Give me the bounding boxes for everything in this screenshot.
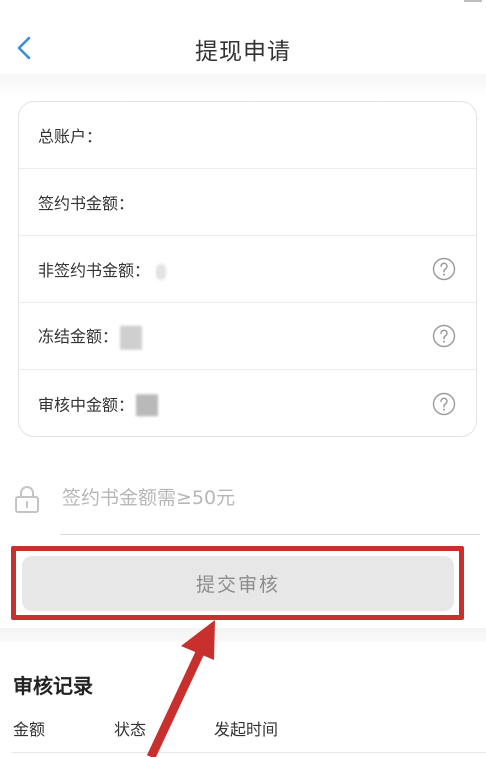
contract-amount-label: 签约书金额：: [38, 194, 135, 213]
records-section-title: 审核记录: [13, 674, 93, 698]
total-account-row: 总账户：: [19, 102, 476, 169]
frozen-amount-label: 冻结金额：: [38, 323, 143, 350]
reviewing-amount-row: 审核中金额：: [19, 370, 476, 437]
total-account-label: 总账户：: [38, 127, 103, 146]
page-title: 提现申请: [195, 39, 291, 65]
non-contract-amount-row: 非签约书金额：: [19, 236, 476, 303]
submit-review-button[interactable]: 提交审核: [22, 556, 454, 611]
non-contract-amount-label: 非签约书金额：: [38, 257, 167, 281]
contract-amount-row: 签约书金额：: [19, 169, 476, 236]
question-circle-icon[interactable]: [432, 257, 456, 281]
records-divider: [12, 752, 486, 753]
account-info-card: 总账户： 签约书金额： 非签约书金额： 冻结金额： 审核中金额：: [18, 101, 477, 437]
column-header-status: 状态: [114, 720, 147, 739]
lock-icon: [15, 486, 39, 513]
withdraw-amount-area: [0, 460, 486, 538]
column-header-amount: 金额: [13, 720, 46, 739]
question-circle-icon[interactable]: [432, 324, 456, 348]
input-underline: [60, 534, 480, 535]
withdraw-amount-input[interactable]: [62, 478, 462, 518]
redacted-value: [120, 325, 143, 350]
question-circle-icon[interactable]: [432, 392, 456, 416]
frozen-amount-row: 冻结金额：: [19, 303, 476, 370]
section-divider: [0, 628, 486, 642]
redacted-value: [156, 263, 167, 280]
status-indicator: [464, 0, 482, 2]
reviewing-amount-label: 审核中金额：: [38, 391, 159, 417]
redacted-value: [136, 394, 159, 417]
records-table-header: 金额 状态 发起时间: [0, 712, 486, 742]
column-header-start-time: 发起时间: [214, 720, 279, 739]
header-shadow: [0, 74, 486, 98]
